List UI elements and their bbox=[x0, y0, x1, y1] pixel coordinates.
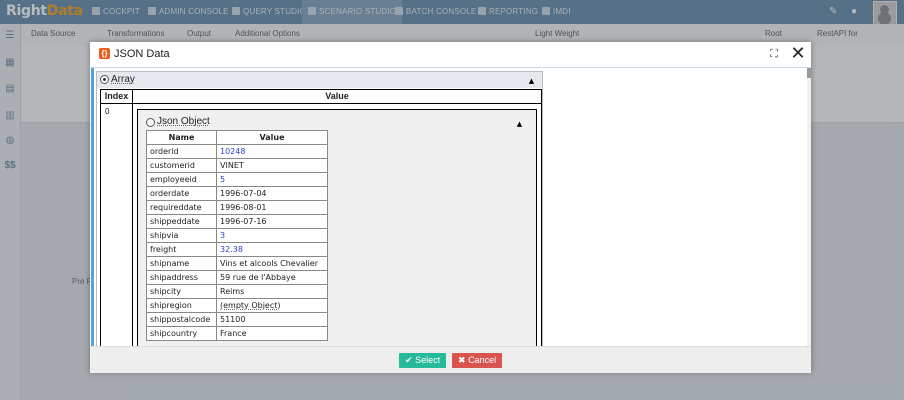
collapse-up-icon[interactable]: ▲ bbox=[516, 120, 523, 128]
table-row: shippeddate 1996-07-16 bbox=[146, 214, 328, 229]
field-value: Vins et alcools Chevalier bbox=[216, 256, 328, 271]
table-row: orderdate 1996-07-04 bbox=[146, 186, 328, 201]
field-value: Reims bbox=[216, 284, 328, 299]
field-name: shipcountry bbox=[146, 326, 217, 341]
field-value[interactable]: (empty Object) bbox=[216, 298, 328, 313]
field-name: employeeid bbox=[146, 172, 217, 187]
json-object-radio[interactable] bbox=[146, 118, 155, 127]
table-row: shipaddress 59 rue de l'Abbaye bbox=[146, 270, 328, 285]
column-divider bbox=[132, 90, 133, 346]
field-name: freight bbox=[146, 242, 217, 257]
field-name: shipname bbox=[146, 256, 217, 271]
field-value: 1996-07-04 bbox=[216, 186, 328, 201]
field-name: orderid bbox=[146, 144, 217, 159]
array-label[interactable]: Array bbox=[111, 74, 135, 85]
field-value: 59 rue de l'Abbaye bbox=[216, 270, 328, 285]
close-icon[interactable]: ✕ bbox=[790, 45, 806, 63]
vertical-scrollbar[interactable] bbox=[807, 68, 811, 346]
field-name: customerid bbox=[146, 158, 217, 173]
json-file-icon: {} bbox=[99, 48, 110, 59]
row-index: 0 bbox=[105, 107, 110, 116]
table-row: shipcity Reims bbox=[146, 284, 328, 299]
table-row: shipregion (empty Object) bbox=[146, 298, 328, 313]
expand-icon[interactable]: ⛶ bbox=[768, 48, 780, 60]
object-table: Name Value orderid 10248 customerid VINET … bbox=[146, 130, 328, 341]
field-name: requireddate bbox=[146, 200, 217, 215]
dialog-header: {} JSON Data ⛶ ✕ bbox=[90, 42, 811, 68]
check-icon: ✔ bbox=[405, 355, 413, 365]
table-row: customerid VINET bbox=[146, 158, 328, 173]
table-row: shipcountry France bbox=[146, 326, 328, 341]
dialog-body: Array ▲ Index Value 0 Json Object ▲ Name… bbox=[90, 68, 811, 346]
table-row: orderid 10248 bbox=[146, 144, 328, 159]
field-name: shipaddress bbox=[146, 270, 217, 285]
field-name: orderdate bbox=[146, 186, 217, 201]
name-column-header: Name bbox=[146, 130, 217, 145]
field-value: 3 bbox=[216, 228, 328, 243]
field-name: shipregion bbox=[146, 298, 217, 313]
field-value: 10248 bbox=[216, 144, 328, 159]
field-name: shippostalcode bbox=[146, 312, 217, 327]
field-value: 1996-07-16 bbox=[216, 214, 328, 229]
field-name: shippeddate bbox=[146, 214, 217, 229]
value-column-header: Value bbox=[216, 130, 328, 145]
json-data-dialog: {} JSON Data ⛶ ✕ Array ▲ Index Value 0 J… bbox=[90, 42, 811, 373]
json-object-label[interactable]: Json Object bbox=[157, 116, 210, 127]
field-value: 1996-08-01 bbox=[216, 200, 328, 215]
table-row: freight 32.38 bbox=[146, 242, 328, 257]
accent-bar bbox=[91, 68, 94, 346]
dialog-title: JSON Data bbox=[114, 48, 170, 60]
array-block: Array ▲ Index Value 0 Json Object ▲ Name… bbox=[96, 71, 543, 346]
table-row: requireddate 1996-08-01 bbox=[146, 200, 328, 215]
value-header: Value bbox=[133, 90, 541, 104]
dialog-footer: ✔ Select ✖ Cancel bbox=[90, 346, 811, 373]
field-value: France bbox=[216, 326, 328, 341]
table-row: shipvia 3 bbox=[146, 228, 328, 243]
array-header: Array ▲ bbox=[97, 72, 542, 88]
table-row: shippostalcode 51100 bbox=[146, 312, 328, 327]
collapse-up-icon[interactable]: ▲ bbox=[528, 77, 535, 85]
scrollbar-thumb[interactable] bbox=[807, 68, 811, 78]
table-row: employeeid 5 bbox=[146, 172, 328, 187]
json-object-block: Json Object ▲ Name Value orderid 10248 cu… bbox=[137, 109, 537, 346]
field-name: shipcity bbox=[146, 284, 217, 299]
field-value: VINET bbox=[216, 158, 328, 173]
table-row: shipname Vins et alcools Chevalier bbox=[146, 256, 328, 271]
array-table: Index Value 0 Json Object ▲ Name Value o… bbox=[100, 89, 542, 346]
field-value: 5 bbox=[216, 172, 328, 187]
array-radio[interactable] bbox=[100, 75, 109, 84]
times-icon: ✖ bbox=[458, 355, 466, 365]
field-name: shipvia bbox=[146, 228, 217, 243]
field-value: 51100 bbox=[216, 312, 328, 327]
select-button[interactable]: ✔ Select bbox=[399, 353, 447, 368]
field-value: 32.38 bbox=[216, 242, 328, 257]
cancel-button[interactable]: ✖ Cancel bbox=[452, 353, 503, 368]
index-header: Index bbox=[101, 90, 132, 104]
